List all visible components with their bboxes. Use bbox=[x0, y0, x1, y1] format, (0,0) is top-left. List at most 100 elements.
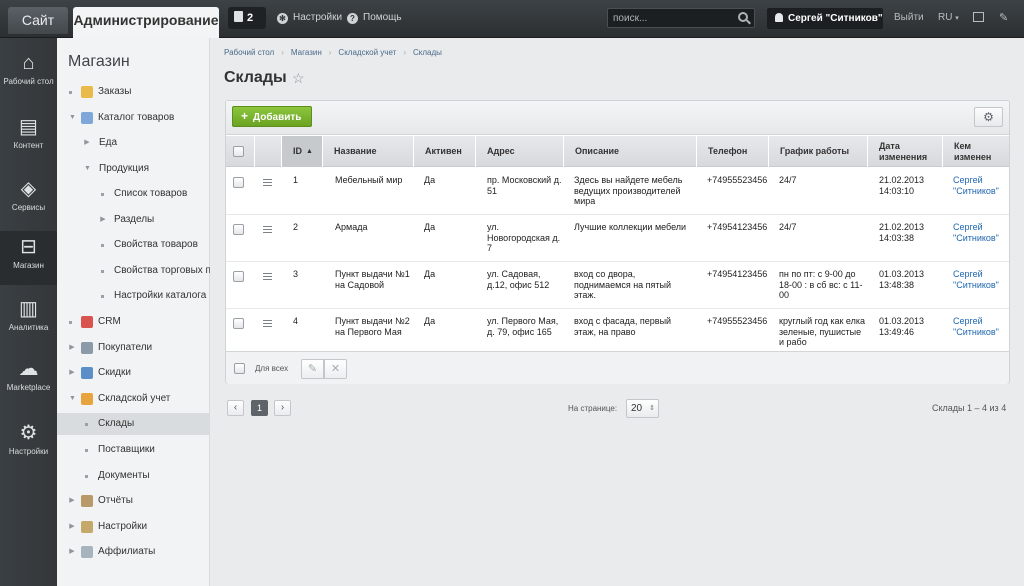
iconbar-item-shop[interactable]: ⊟ Магазин bbox=[0, 231, 57, 285]
breadcrumb-item[interactable]: Складской учет bbox=[338, 48, 396, 57]
row-checkbox[interactable] bbox=[233, 224, 244, 235]
iconbar-label: Настройки bbox=[8, 447, 49, 456]
menu-item-crm[interactable]: CRM bbox=[57, 311, 210, 333]
orders-icon bbox=[81, 86, 93, 98]
for-all-label: Для всех bbox=[255, 364, 289, 373]
menu-item-product-list[interactable]: Список товаров bbox=[57, 183, 210, 205]
column-header-user[interactable]: Кем изменен bbox=[942, 136, 1009, 167]
cell-user-link[interactable]: Сергей "Ситников" bbox=[953, 175, 1007, 196]
menu-item-sections[interactable]: ▶ Разделы bbox=[57, 209, 210, 231]
iconbar-item-marketplace[interactable]: ☁ Marketplace bbox=[0, 358, 57, 402]
reports-icon bbox=[81, 495, 93, 507]
cell-user-link[interactable]: Сергей "Ситников" bbox=[953, 222, 1007, 243]
breadcrumb-item[interactable]: Рабочий стол bbox=[224, 48, 274, 57]
iconbar-item-settings[interactable]: ⚙ Настройки bbox=[0, 422, 57, 466]
menu-item-stores[interactable]: Склады bbox=[57, 413, 210, 435]
cell-user-link[interactable]: Сергей "Ситников" bbox=[953, 316, 1007, 337]
breadcrumb-item[interactable]: Магазин bbox=[291, 48, 322, 57]
column-header-date[interactable]: Дата изменения bbox=[867, 136, 942, 167]
chevron-down-icon: ▼ bbox=[69, 395, 76, 402]
grid-settings-button[interactable]: ⚙ bbox=[974, 107, 1003, 127]
menu-item-reports[interactable]: ▶ Отчёты bbox=[57, 490, 210, 512]
per-page-select[interactable]: 20 ⇕ bbox=[626, 399, 659, 418]
menu-item-catalog[interactable]: ▼ Каталог товаров bbox=[57, 107, 210, 129]
menu-item-suppliers[interactable]: Поставщики bbox=[57, 439, 210, 461]
home-icon: ⌂ bbox=[22, 52, 35, 74]
column-header-name[interactable]: Название bbox=[322, 136, 413, 167]
settings-link[interactable]: ✻ Настройки bbox=[277, 11, 342, 25]
help-link-label: Помощь bbox=[363, 12, 402, 23]
row-checkbox[interactable] bbox=[233, 271, 244, 282]
language-selector[interactable]: RU ▾ bbox=[938, 12, 959, 23]
row-menu-icon[interactable] bbox=[263, 179, 272, 186]
breadcrumb-item[interactable]: Склады bbox=[413, 48, 442, 57]
delete-button[interactable]: ✕ bbox=[324, 359, 347, 379]
table-row[interactable]: 3 Пункт выдачи №1 на Садовой Да ул. Садо… bbox=[226, 262, 1009, 309]
pin-icon[interactable]: ✎ bbox=[999, 11, 1008, 24]
favorite-star-icon[interactable]: ☆ bbox=[292, 70, 305, 87]
menu-item-documents[interactable]: Документы bbox=[57, 465, 210, 487]
iconbar-item-analytics[interactable]: ▥ Аналитика bbox=[0, 298, 57, 342]
row-checkbox[interactable] bbox=[233, 318, 244, 329]
menu-item-catalog-settings[interactable]: Настройки каталога bbox=[57, 285, 210, 307]
select-all-checkbox[interactable] bbox=[233, 146, 244, 157]
cell-schedule: 24/7 bbox=[779, 222, 797, 232]
iconbar-item-content[interactable]: ▤ Контент bbox=[0, 116, 57, 160]
window-icon[interactable] bbox=[973, 12, 984, 22]
user-menu[interactable]: Сергей "Ситников" bbox=[767, 8, 883, 29]
notifications-button[interactable]: 2 bbox=[228, 7, 266, 29]
breadcrumb-separator-icon: › bbox=[328, 48, 332, 57]
menu-item-orders[interactable]: Заказы bbox=[57, 81, 210, 103]
bullet-icon bbox=[101, 295, 104, 298]
user-name: Сергей "Ситников" bbox=[788, 13, 883, 24]
menu-item-affiliates[interactable]: ▶ Аффилиаты bbox=[57, 541, 210, 563]
search-input[interactable] bbox=[608, 9, 728, 27]
row-menu-icon[interactable] bbox=[263, 273, 272, 280]
menu-item-settings[interactable]: ▶ Настройки bbox=[57, 516, 210, 538]
current-page[interactable]: 1 bbox=[251, 400, 268, 416]
cell-name: Мебельный мир bbox=[335, 175, 403, 185]
column-header-id[interactable]: ID ▲ bbox=[281, 136, 322, 167]
menu-item-food[interactable]: ▶ Еда bbox=[57, 132, 210, 154]
iconbar-label: Marketplace bbox=[6, 383, 51, 392]
menu-item-label: Поставщики bbox=[98, 444, 155, 455]
add-button[interactable]: + Добавить bbox=[232, 106, 312, 127]
menu-item-products[interactable]: ▼ Продукция bbox=[57, 158, 210, 180]
edit-button[interactable]: ✎ bbox=[301, 359, 324, 379]
table-row[interactable]: 2 Армада Да ул. Новогородская д. 7 Лучши… bbox=[226, 215, 1009, 262]
cloud-download-icon: ☁ bbox=[18, 358, 39, 380]
iconbar-item-services[interactable]: ◈ Сервисы bbox=[0, 178, 57, 222]
column-header-phone[interactable]: Телефон bbox=[696, 136, 768, 167]
logout-link[interactable]: Выйти bbox=[894, 12, 924, 23]
row-menu-icon[interactable] bbox=[263, 320, 272, 327]
menu-item-label: Свойства торговых пр bbox=[114, 265, 210, 276]
row-checkbox[interactable] bbox=[233, 177, 244, 188]
row-menu-icon[interactable] bbox=[263, 226, 272, 233]
help-link[interactable]: ? Помощь bbox=[347, 11, 402, 25]
menu-item-offer-properties[interactable]: Свойства торговых пр bbox=[57, 260, 210, 282]
admin-tab[interactable]: Администрирование bbox=[73, 7, 219, 38]
chart-icon: ▥ bbox=[19, 298, 38, 320]
menu-item-discounts[interactable]: ▶ Скидки bbox=[57, 362, 210, 384]
column-header-address[interactable]: Адрес bbox=[475, 136, 563, 167]
column-header-description[interactable]: Описание bbox=[563, 136, 696, 167]
close-icon: ✕ bbox=[330, 363, 341, 375]
column-label: График работы bbox=[780, 146, 850, 156]
for-all-checkbox[interactable] bbox=[234, 363, 245, 374]
menu-item-customers[interactable]: ▶ Покупатели bbox=[57, 337, 210, 359]
table-header: ID ▲ Название Активен Адрес Описание Теле… bbox=[226, 136, 1009, 167]
menu-item-product-properties[interactable]: Свойства товаров bbox=[57, 234, 210, 256]
table-row[interactable]: 1 Мебельный мир Да пр. Московский д. 51 … bbox=[226, 168, 1009, 215]
cell-schedule: 24/7 bbox=[779, 175, 797, 185]
table-row[interactable]: 4 Пункт выдачи №2 на Первого Мая Да ул. … bbox=[226, 309, 1009, 351]
cell-user-link[interactable]: Сергей "Ситников" bbox=[953, 269, 1007, 290]
site-tab[interactable]: Сайт bbox=[8, 7, 68, 34]
next-page-button[interactable]: › bbox=[274, 400, 291, 416]
prev-page-button[interactable]: ‹ bbox=[227, 400, 244, 416]
column-header-schedule[interactable]: График работы bbox=[768, 136, 867, 167]
bullet-icon bbox=[85, 449, 88, 452]
menu-item-warehouse[interactable]: ▼ Складской учет bbox=[57, 388, 210, 410]
column-header-active[interactable]: Активен bbox=[413, 136, 475, 167]
iconbar-item-desktop[interactable]: ⌂ Рабочий стол bbox=[0, 52, 57, 104]
search-icon[interactable] bbox=[738, 12, 748, 22]
